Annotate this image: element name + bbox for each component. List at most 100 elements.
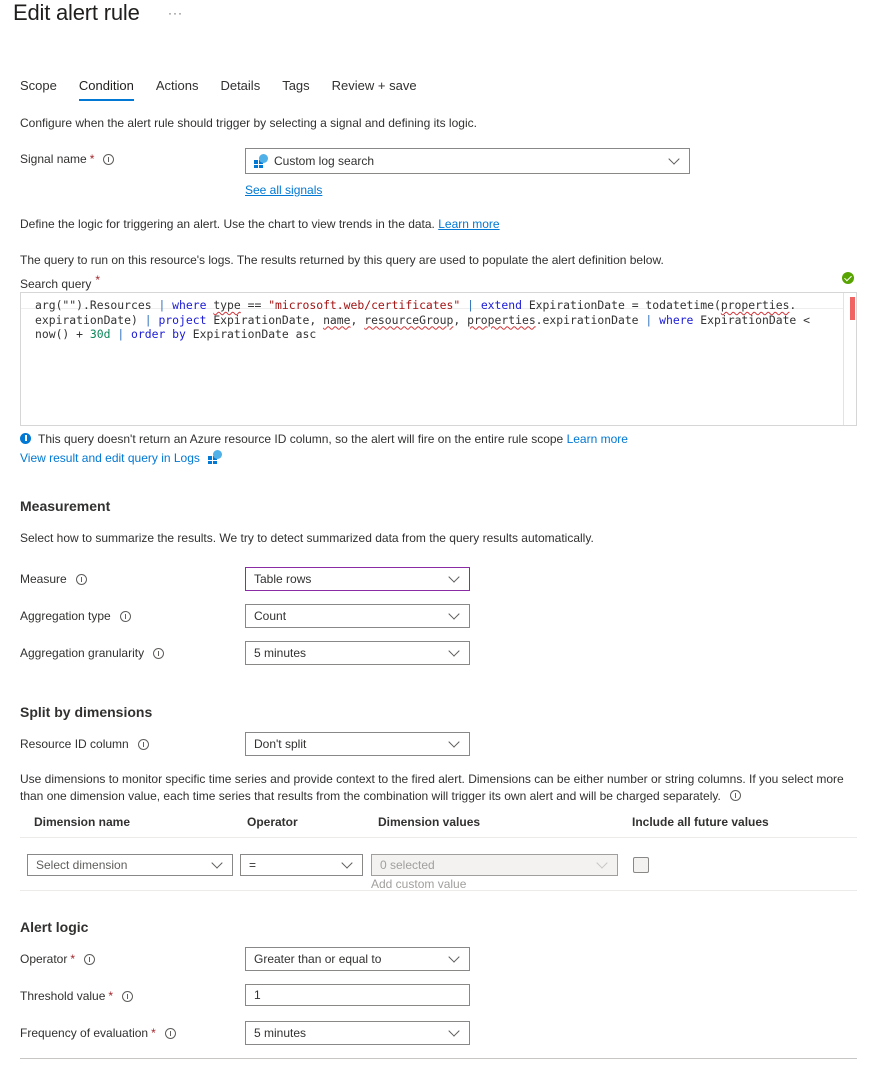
dimension-name-dropdown[interactable]: Select dimension [27,854,233,876]
log-analytics-icon [208,450,223,464]
chevron-down-icon [448,1025,460,1037]
threshold-value-input[interactable]: 1 [245,984,470,1006]
dimension-operator-value: = [249,858,257,872]
chevron-down-icon [211,857,223,869]
dimension-name-placeholder: Select dimension [36,858,128,872]
tab-scope[interactable]: Scope [20,78,57,99]
signal-name-label: Signal name * [20,152,115,166]
aggregation-granularity-value: 5 minutes [254,646,307,660]
dimensions-description-line1: Use dimensions to monitor specific time … [20,772,844,786]
view-in-logs-link[interactable]: View result and edit query in Logs [20,451,200,465]
info-icon[interactable] [103,153,115,165]
dimension-operator-dropdown[interactable]: = [240,854,363,876]
editor-scrollbar[interactable] [843,293,856,425]
required-mark: * [108,989,114,1003]
dimension-values-dropdown[interactable]: 0 selected [371,854,618,876]
tab-actions[interactable]: Actions [156,78,199,99]
see-all-signals-link[interactable]: See all signals [245,183,322,197]
threshold-value: 1 [254,988,261,1002]
operator-value: Greater than or equal to [254,952,382,966]
column-header-operator: Operator [247,815,298,829]
query-info-message: This query doesn't return an Azure resou… [20,432,628,446]
logic-description-text: Define the logic for triggering an alert… [20,217,435,231]
measure-label-text: Measure [20,572,67,586]
aggregation-type-value: Count [254,609,287,623]
aggregation-type-dropdown[interactable]: Count [245,604,470,628]
threshold-label-text: Threshold value [20,989,106,1003]
aggregation-granularity-label-text: Aggregation granularity [20,646,145,660]
chevron-down-icon [448,951,460,963]
tab-condition[interactable]: Condition [78,78,134,101]
measure-label: Measure [20,572,87,586]
frequency-label: Frequency of evaluation * [20,1026,176,1040]
required-mark: * [70,952,76,966]
chevron-down-icon [448,571,460,583]
dimensions-description-line2: than one dimension value, each time seri… [20,789,742,803]
aggregation-type-label: Aggregation type [20,609,131,623]
required-mark: * [89,152,95,166]
info-icon[interactable] [153,647,165,659]
info-icon [20,433,31,444]
code-line-2: expirationDate) | project ExpirationDate… [35,312,811,327]
column-header-dimension-name: Dimension name [34,815,131,829]
condition-intro: Configure when the alert rule should tri… [20,116,477,130]
resource-id-label-text: Resource ID column [20,737,129,751]
more-options-button[interactable]: ··· [168,6,183,20]
column-header-dimension-values: Dimension values [378,815,481,829]
code-line-3: now() + 30d | order by ExpirationDate as… [35,327,317,342]
resource-id-label: Resource ID column [20,737,149,751]
operator-dropdown[interactable]: Greater than or equal to [245,947,470,971]
include-future-values-checkbox[interactable] [633,857,649,873]
measurement-description: Select how to summarize the results. We … [20,531,594,545]
split-heading: Split by dimensions [20,704,153,720]
query-code[interactable]: arg("").Resources | where type == "micro… [35,298,810,342]
info-icon[interactable] [137,738,149,750]
tab-tags[interactable]: Tags [282,78,309,99]
search-query-label: Search query * [20,273,100,291]
code-line-1: arg("").Resources | where type == "micro… [35,298,797,312]
measurement-heading: Measurement [20,498,111,514]
info-icon[interactable] [75,573,87,585]
tab-review-save[interactable]: Review + save [332,78,417,99]
measure-dropdown[interactable]: Table rows [245,567,470,591]
chevron-down-icon [341,857,353,869]
signal-name-value: Custom log search [274,154,375,168]
learn-more-link[interactable]: Learn more [438,217,499,231]
search-query-editor[interactable]: arg("").Resources | where type == "micro… [20,292,857,426]
aggregation-granularity-dropdown[interactable]: 5 minutes [245,641,470,665]
chevron-down-icon [596,857,608,869]
log-analytics-icon [254,154,268,168]
section-divider [20,1058,857,1059]
info-icon[interactable] [84,953,96,965]
dimension-values-placeholder: 0 selected [380,858,435,872]
search-query-label-text: Search query [20,277,92,291]
learn-more-link[interactable]: Learn more [567,432,628,446]
query-info-text: This query doesn't return an Azure resou… [38,432,564,446]
signal-name-dropdown[interactable]: Custom log search [245,148,690,174]
info-icon[interactable] [730,790,742,801]
add-custom-value[interactable]: Add custom value [371,877,466,891]
operator-label-text: Operator [20,952,68,966]
query-description: The query to run on this resource's logs… [20,253,664,267]
aggregation-granularity-label: Aggregation granularity [20,646,165,660]
chevron-down-icon [448,608,460,620]
info-icon[interactable] [122,990,134,1002]
page-title: Edit alert rule [13,0,140,25]
chevron-down-icon [448,736,460,748]
threshold-label: Threshold value * [20,989,134,1003]
frequency-label-text: Frequency of evaluation [20,1026,149,1040]
measure-value: Table rows [254,572,312,586]
wizard-tabs: Scope Condition Actions Details Tags Rev… [20,78,439,101]
frequency-value: 5 minutes [254,1026,307,1040]
chevron-down-icon [668,153,680,165]
required-mark: * [151,1026,156,1040]
column-header-include-future: Include all future values [632,815,769,829]
view-in-logs[interactable]: View result and edit query in Logs [20,450,223,465]
resource-id-value: Don't split [254,737,307,751]
tab-details[interactable]: Details [220,78,260,99]
info-icon[interactable] [119,610,131,622]
frequency-dropdown[interactable]: 5 minutes [245,1021,470,1045]
resource-id-dropdown[interactable]: Don't split [245,732,470,756]
required-mark: * [95,273,101,287]
info-icon[interactable] [164,1027,176,1039]
